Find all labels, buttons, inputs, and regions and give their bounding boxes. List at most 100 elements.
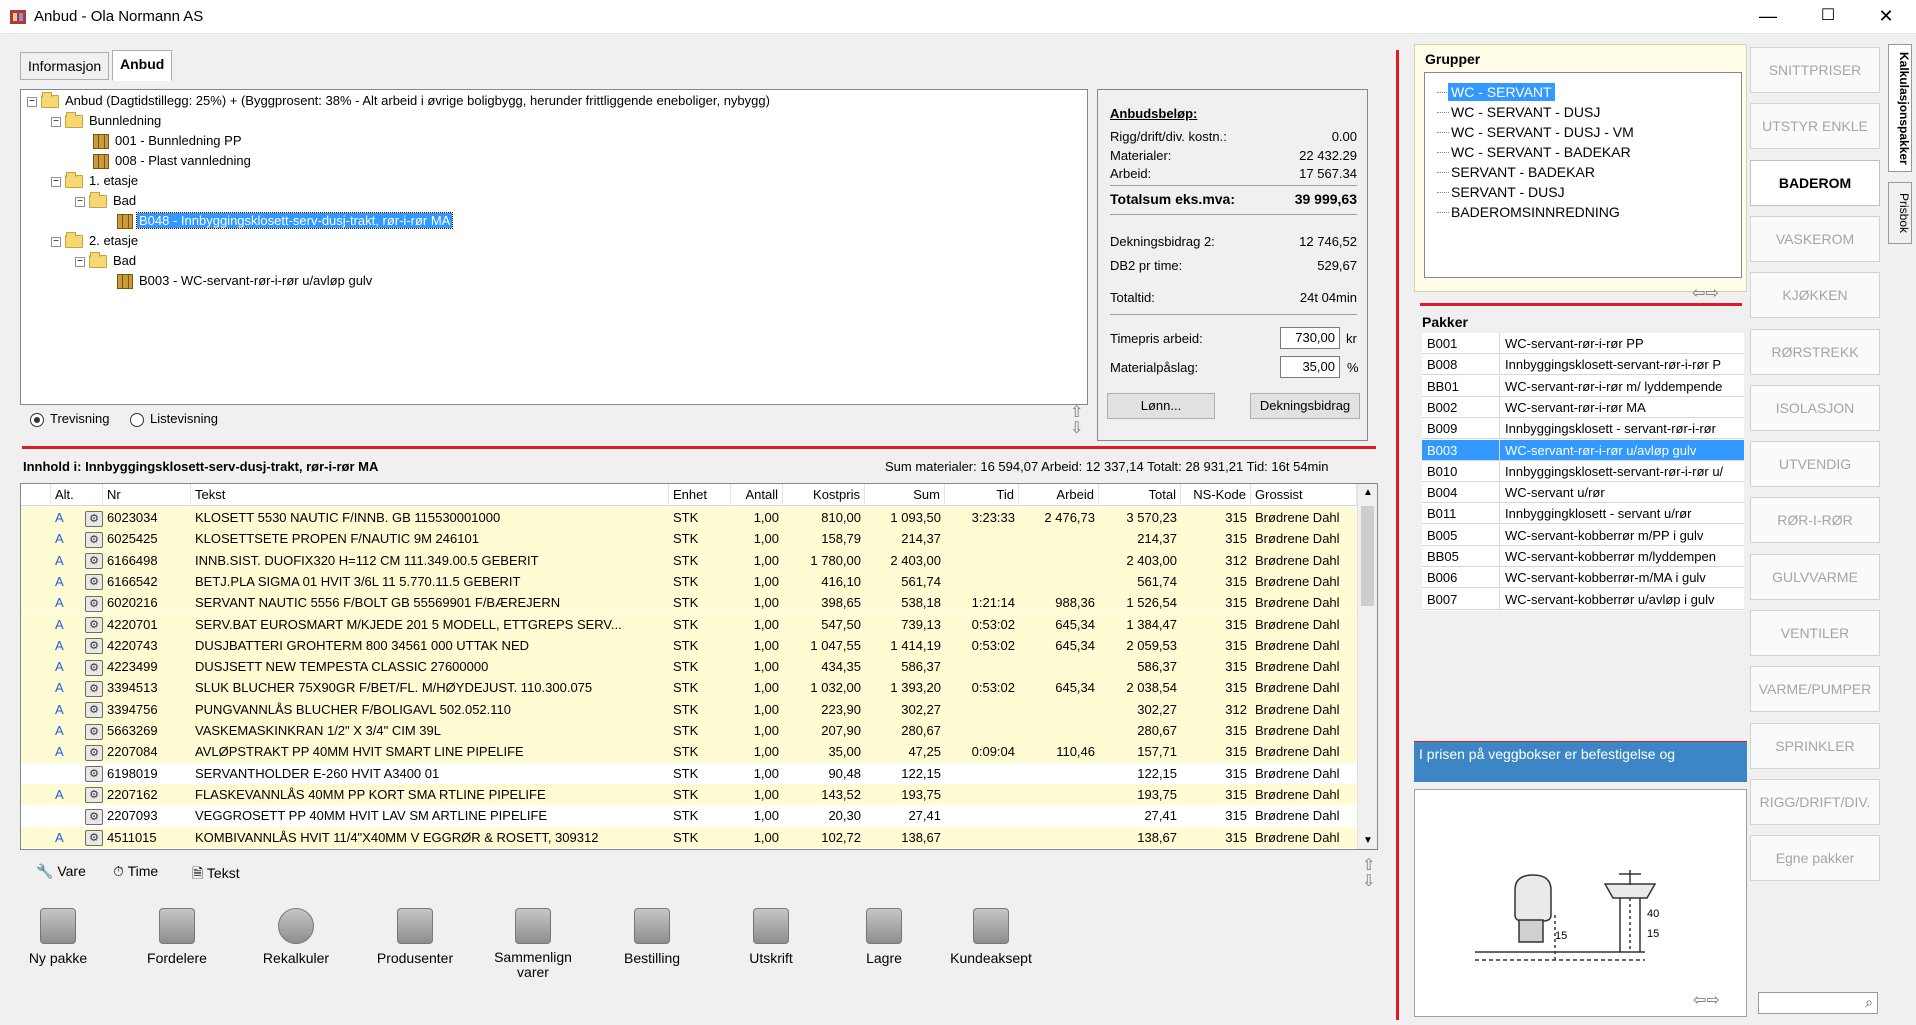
category-button[interactable]: RØR-I-RØR — [1750, 497, 1880, 544]
list-view-radio[interactable]: Listevisning — [130, 411, 218, 427]
bid-tree[interactable]: − Anbud (Dagtidstillegg: 25%) + (Byggpros… — [20, 89, 1088, 405]
compare-items-button[interactable]: Sammenlign varer — [483, 908, 583, 980]
package-row[interactable]: B006 WC-servant-kobberrør-m/MA i gulv — [1422, 567, 1744, 589]
category-button[interactable]: VENTILER — [1750, 610, 1880, 656]
category-button[interactable]: GULVVARME — [1750, 553, 1880, 600]
group-item[interactable]: WC - SERVANT - BADEKAR — [1451, 143, 1631, 161]
group-item[interactable]: WC - SERVANT — [1448, 83, 1555, 101]
collapse-icon[interactable]: − — [51, 176, 61, 187]
package-row[interactable]: B011 Innbyggingklosett - servant u/rør — [1422, 503, 1744, 525]
category-button[interactable]: SPRINKLER — [1750, 722, 1880, 769]
salary-button[interactable]: Lønn... — [1107, 393, 1215, 419]
markup-input[interactable]: 35,00 — [1280, 356, 1340, 378]
table-row[interactable]: ⚙ A 6023034 KLOSETT 5530 NAUTIC F/INNB. GB … — [21, 507, 1357, 529]
col-arbeid[interactable]: Arbeid — [1019, 484, 1099, 506]
maximize-button[interactable]: ☐ — [1800, 0, 1856, 34]
table-row[interactable]: ⚙ A 6166542 BETJ.PLA SIGMA 01 HVIT 3/6L 11 … — [21, 570, 1357, 593]
search-input[interactable]: ⌕ — [1758, 992, 1878, 1014]
package-row[interactable]: B001 WC-servant-rør-i-rør PP — [1422, 333, 1744, 354]
tree-node[interactable]: − Bad — [75, 192, 138, 210]
table-row[interactable]: ⚙ A 6020216 SERVANT NAUTIC 5556 F/BOLT GB 5… — [21, 592, 1357, 614]
order-button[interactable]: Bestilling — [602, 908, 702, 966]
table-row[interactable]: ⚙ A 4220701 SERV.BAT EUROSMART M/KJEDE 201 … — [21, 613, 1357, 635]
category-button[interactable]: KJØKKEN — [1750, 272, 1880, 319]
tab-anbud[interactable]: Anbud — [112, 50, 173, 81]
group-item[interactable]: SERVANT - BADEKAR — [1451, 163, 1595, 181]
col-total[interactable]: Total — [1099, 484, 1181, 506]
package-row[interactable]: B008 Innbyggingsklosett-servant-rør-i-rør… — [1422, 354, 1744, 376]
new-package-button[interactable]: Ny pakke — [8, 908, 108, 966]
table-row[interactable]: ⚙ A 3394513 SLUK BLUCHER 75X90GR F/BET/FL. … — [21, 677, 1357, 699]
table-row[interactable]: ⚙ 6198019 SERVANTHOLDER E-260 HVIT A3400 0… — [21, 763, 1357, 784]
table-row[interactable]: ⚙ A 3394756 PUNGVANNLÅS BLUCHER F/BOLIGAVL … — [21, 698, 1357, 720]
items-table[interactable]: Alt. Nr Tekst Enhet Antall Kostpris Sum … — [20, 483, 1378, 850]
tab-informasjon[interactable]: Informasjon — [20, 52, 110, 80]
packages-table[interactable]: B001 WC-servant-rør-i-rør PP B008 Innbyggin… — [1422, 333, 1744, 611]
col-ns-kode[interactable]: NS-Kode — [1181, 484, 1251, 506]
customer-accept-button[interactable]: Kundeaksept — [941, 908, 1041, 966]
save-button[interactable]: Lagre — [834, 908, 934, 966]
contribution-button[interactable]: Dekningsbidrag — [1250, 393, 1360, 419]
package-row[interactable]: BB01 WC-servant-rør-i-rør m/ lyddempende — [1422, 375, 1744, 397]
table-row[interactable]: ⚙ A 2207162 FLASKEVANNLÅS 40MM PP KORT SMA … — [21, 783, 1357, 806]
category-button[interactable]: RØRSTREKK — [1750, 328, 1880, 375]
category-button[interactable]: RIGG/DRIFT/DIV. — [1750, 778, 1880, 825]
group-item[interactable]: BADEROMSINNREDNING — [1451, 203, 1620, 221]
col-grossist[interactable]: Grossist — [1251, 484, 1357, 506]
nav-arrows-icon[interactable]: ⇦⇨ — [1693, 990, 1720, 1010]
table-row[interactable]: ⚙ A 4511015 KOMBIVANNLÅS HVIT 11/4"X40MM V … — [21, 826, 1357, 848]
package-row[interactable]: B009 Innbyggingsklosett - servant-rør-i-r… — [1422, 418, 1744, 440]
collapse-icon[interactable]: − — [51, 236, 61, 247]
col-alt[interactable]: Alt. — [51, 484, 103, 506]
collapse-icon[interactable]: − — [27, 96, 37, 107]
table-row[interactable]: ⚙ A 6025425 KLOSETTSETE PROPEN F/NAUTIC 9M … — [21, 528, 1357, 550]
package-row[interactable]: B002 WC-servant-rør-i-rør MA — [1422, 396, 1744, 418]
tree-node-root[interactable]: − Anbud (Dagtidstillegg: 25%) + (Byggpros… — [27, 92, 772, 110]
table-row[interactable]: ⚙ 2207093 VEGGROSETT PP 40MM HVIT LAV SM A… — [21, 805, 1357, 826]
move-up-down-icon[interactable]: ⇧ ⇩ — [1070, 405, 1083, 437]
tree-node[interactable]: −1. etasje — [51, 172, 140, 190]
tree-node[interactable]: 001 - Bunnledning PP — [93, 132, 243, 150]
package-row[interactable]: B007 WC-servant-kobberrør u/avløp i gulv — [1422, 588, 1744, 610]
col-sum[interactable]: Sum — [865, 484, 945, 506]
category-button[interactable]: VASKEROM — [1750, 215, 1880, 262]
scroll-up-icon[interactable]: ▲ — [1363, 487, 1373, 498]
scroll-thumb[interactable] — [1361, 506, 1374, 606]
groups-list[interactable]: WC - SERVANT WC - SERVANT - DUSJ WC - SERV… — [1424, 72, 1742, 278]
package-row[interactable]: B003 WC-servant-rør-i-rør u/avløp gulv — [1422, 439, 1744, 461]
col-enhet[interactable]: Enhet — [669, 484, 731, 506]
category-button[interactable]: VARME/PUMPER — [1750, 666, 1880, 713]
tree-node[interactable]: − Bad — [75, 252, 138, 270]
manufacturers-button[interactable]: Produsenter — [365, 908, 465, 966]
distributors-button[interactable]: Fordelere — [127, 908, 227, 966]
close-button[interactable]: ✕ — [1858, 0, 1914, 34]
col-antall[interactable]: Antall — [731, 484, 783, 506]
col-nr[interactable]: Nr — [103, 484, 191, 506]
tab-calculation-packages[interactable]: Kalkulasjonspakker — [1888, 44, 1912, 172]
nav-arrows-icon[interactable]: ⇦⇨ — [1692, 283, 1719, 303]
table-scrollbar[interactable]: ▲ ▼ — [1357, 484, 1377, 849]
category-button[interactable]: Egne pakker — [1750, 835, 1880, 882]
hourly-rate-input[interactable]: 730,00 — [1280, 327, 1340, 349]
category-button[interactable]: BADEROM — [1750, 159, 1880, 206]
tree-node[interactable]: B003 - WC-servant-rør-i-rør u/avløp gulv — [117, 272, 374, 290]
group-item[interactable]: WC - SERVANT - DUSJ - VM — [1451, 123, 1634, 141]
scroll-down-icon[interactable]: ▼ — [1363, 835, 1373, 846]
collapse-icon[interactable]: − — [75, 256, 85, 267]
tree-view-radio[interactable]: Trevisning — [30, 411, 109, 427]
group-item[interactable]: WC - SERVANT - DUSJ — [1451, 103, 1600, 121]
package-row[interactable]: B010 Innbyggingsklosett-servant-rør-i-rør… — [1422, 460, 1744, 482]
category-button[interactable]: SNITTPRISER — [1750, 47, 1880, 93]
tree-node[interactable]: 008 - Plast vannledning — [93, 152, 253, 170]
tab-pricebook[interactable]: Prisbok — [1888, 182, 1912, 244]
col-kostpris[interactable]: Kostpris — [783, 484, 865, 506]
collapse-icon[interactable]: − — [51, 116, 61, 127]
table-row[interactable]: ⚙ A 4223499 DUSJSETT NEW TEMPESTA CLASSIC 2… — [21, 656, 1357, 678]
collapse-icon[interactable]: − — [75, 196, 85, 207]
package-row[interactable]: B004 WC-servant u/rør — [1422, 482, 1744, 504]
recalculate-button[interactable]: Rekalkuler — [246, 908, 346, 966]
package-row[interactable]: BB05 WC-servant-kobberrør m/lyddempen — [1422, 546, 1744, 567]
col-tid[interactable]: Tid — [945, 484, 1019, 506]
category-button[interactable]: ISOLASJON — [1750, 384, 1880, 431]
category-button[interactable]: UTVENDIG — [1750, 441, 1880, 488]
